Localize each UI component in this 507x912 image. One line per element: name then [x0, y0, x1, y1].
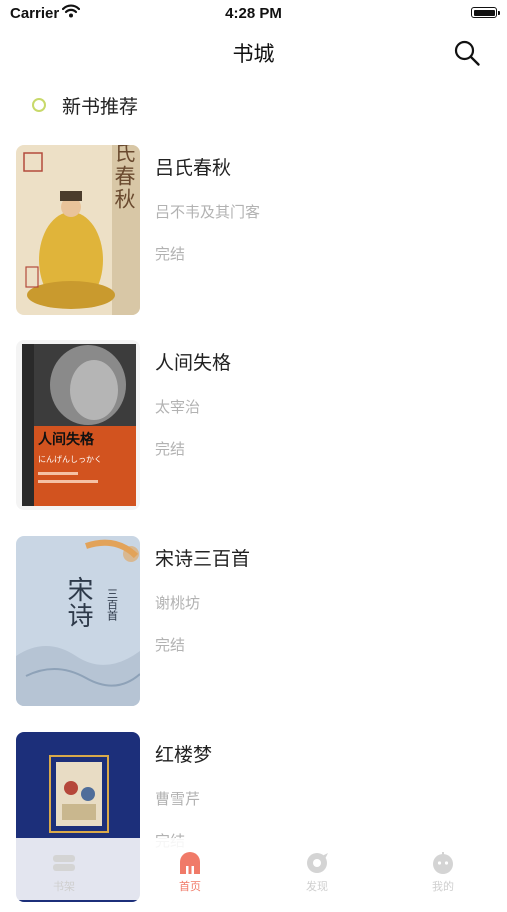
book-item[interactable]: 吕氏春秋 吕氏春秋 吕不韦及其门客 完结 — [0, 145, 507, 325]
book-title: 宋诗三百首 — [155, 548, 251, 570]
cover-title-text: 吕氏春秋 — [112, 145, 136, 211]
tab-bar: 书架 首页 发现 我的 — [0, 838, 507, 900]
tab-profile[interactable]: 我的 — [403, 844, 483, 900]
book-author: 谢桃坊 — [155, 594, 201, 612]
book-status: 完结 — [155, 636, 186, 654]
book-cover: 吕氏春秋 — [16, 145, 140, 315]
status-bar: Carrier 4:28 PM — [0, 0, 507, 28]
book-author: 吕不韦及其门客 — [155, 203, 261, 221]
discover-icon — [307, 853, 328, 873]
book-cover: 宋诗 三百首 — [16, 536, 140, 706]
cover-title-text: 宋诗 — [63, 576, 93, 628]
tab-label: 发现 — [306, 880, 328, 893]
section-title: 新书推荐 — [62, 96, 139, 118]
home-icon — [180, 852, 200, 874]
book-author: 曹雪芹 — [155, 790, 201, 808]
clock: 4:28 PM — [225, 5, 282, 22]
book-title: 吕氏春秋 — [155, 157, 232, 179]
bookshelf-icon — [53, 855, 75, 871]
book-status: 完结 — [155, 440, 186, 458]
navigation-bar: 书城 — [0, 28, 507, 74]
book-cover: 人间失格 にんげんしっかく — [16, 340, 140, 510]
profile-icon — [433, 852, 453, 874]
cover-subtitle-text: にんげんしっかく — [38, 455, 102, 464]
book-status: 完结 — [155, 245, 186, 263]
cover-subtitle-text: 三百首 — [106, 588, 119, 621]
tab-discover[interactable]: 发现 — [277, 844, 357, 900]
page-title: 书城 — [232, 42, 275, 66]
book-title: 红楼梦 — [155, 744, 213, 766]
section-dot-icon — [32, 98, 46, 112]
book-cover-image: 吕氏春秋 — [16, 145, 140, 315]
tab-bookshelf[interactable]: 书架 — [24, 844, 104, 900]
tab-label: 我的 — [432, 880, 454, 893]
tab-label: 书架 — [53, 880, 75, 893]
book-cover-image: 人间失格 にんげんしっかく — [16, 340, 140, 510]
book-title: 人间失格 — [155, 352, 232, 374]
book-item[interactable]: 宋诗 三百首 宋诗三百首 谢桃坊 完结 — [0, 536, 507, 716]
book-cover-image: 宋诗 三百首 — [16, 536, 140, 706]
book-item[interactable]: 人间失格 にんげんしっかく 人间失格 太宰治 完结 — [0, 340, 507, 520]
search-icon[interactable] — [453, 39, 481, 67]
book-author: 太宰治 — [155, 398, 201, 416]
tab-home[interactable]: 首页 — [150, 844, 230, 900]
tab-label: 首页 — [179, 880, 201, 893]
battery-icon — [471, 7, 500, 18]
cover-title-text: 人间失格 — [38, 431, 95, 448]
